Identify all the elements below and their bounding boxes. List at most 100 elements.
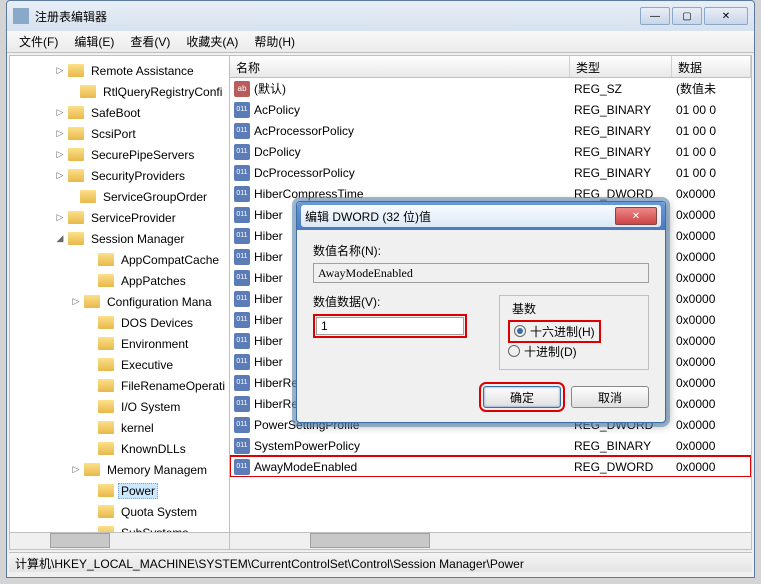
- folder-icon: [80, 85, 96, 98]
- value-name: AcPolicy: [254, 103, 300, 117]
- expander-icon[interactable]: ▷: [54, 65, 66, 77]
- dialog-titlebar[interactable]: 编辑 DWORD (32 位)值 ✕: [297, 202, 665, 230]
- tree-node[interactable]: Power: [12, 480, 229, 501]
- maximize-button[interactable]: ▢: [672, 7, 702, 25]
- list-row[interactable]: DcProcessorPolicyREG_BINARY01 00 0: [230, 162, 751, 183]
- menu-view[interactable]: 查看(V): [122, 31, 178, 52]
- tree-label[interactable]: FileRenameOperati: [118, 378, 228, 394]
- tree-label[interactable]: Environment: [118, 336, 191, 352]
- tree-label[interactable]: Remote Assistance: [88, 63, 197, 79]
- value-data-input[interactable]: [316, 317, 464, 335]
- radix-hex-label[interactable]: 十六进制(H): [530, 323, 595, 340]
- tree-label[interactable]: Configuration Mana: [104, 294, 215, 310]
- folder-icon: [68, 64, 84, 77]
- folder-icon: [80, 190, 96, 203]
- tree-node[interactable]: Executive: [12, 354, 229, 375]
- tree-label[interactable]: I/O System: [118, 399, 183, 415]
- ok-button[interactable]: 确定: [483, 386, 561, 408]
- tree-label[interactable]: SecurePipeServers: [88, 147, 197, 163]
- tree-label[interactable]: ServiceGroupOrder: [100, 189, 210, 205]
- dialog-close-button[interactable]: ✕: [615, 207, 657, 225]
- tree-node[interactable]: kernel: [12, 417, 229, 438]
- tree-label[interactable]: Session Manager: [88, 231, 187, 247]
- tree-node[interactable]: ▷ Remote Assistance: [12, 60, 229, 81]
- tree-label[interactable]: Executive: [118, 357, 176, 373]
- expander-icon[interactable]: ▷: [54, 170, 66, 182]
- tree-node[interactable]: Quota System: [12, 501, 229, 522]
- value-name: Hiber: [254, 334, 283, 348]
- col-header-data[interactable]: 数据: [672, 56, 751, 77]
- tree-label[interactable]: ServiceProvider: [88, 210, 179, 226]
- list-row[interactable]: SystemPowerPolicyREG_BINARY0x0000: [230, 435, 751, 456]
- value-name: Hiber: [254, 229, 283, 243]
- tree-label[interactable]: Memory Managem: [104, 462, 210, 478]
- tree-node[interactable]: RtlQueryRegistryConfi: [12, 81, 229, 102]
- tree-label[interactable]: kernel: [118, 420, 157, 436]
- tree-node[interactable]: DOS Devices: [12, 312, 229, 333]
- tree-node[interactable]: AppPatches: [12, 270, 229, 291]
- tree-node[interactable]: KnownDLLs: [12, 438, 229, 459]
- tree-node[interactable]: FileRenameOperati: [12, 375, 229, 396]
- tree-node[interactable]: Environment: [12, 333, 229, 354]
- list-row[interactable]: AwayModeEnabledREG_DWORD0x0000: [230, 456, 751, 477]
- titlebar[interactable]: 注册表编辑器 — ▢ ✕: [7, 1, 754, 31]
- value-data: 01 00 0: [672, 103, 751, 117]
- close-button[interactable]: ✕: [704, 7, 748, 25]
- expander-icon[interactable]: ▷: [54, 128, 66, 140]
- tree-node[interactable]: ▷ Configuration Mana: [12, 291, 229, 312]
- list-row[interactable]: AcPolicyREG_BINARY01 00 0: [230, 99, 751, 120]
- tree-pane[interactable]: ▷ Remote Assistance RtlQueryRegistryConfi ▷…: [10, 56, 230, 549]
- value-data: 0x0000: [672, 376, 751, 390]
- tree-label[interactable]: SafeBoot: [88, 105, 143, 121]
- value-name: Hiber: [254, 208, 283, 222]
- tree-node[interactable]: I/O System: [12, 396, 229, 417]
- binary-value-icon: [234, 354, 250, 370]
- expander-icon[interactable]: ▷: [54, 212, 66, 224]
- tree-label[interactable]: AppCompatCache: [118, 252, 222, 268]
- menu-favorites[interactable]: 收藏夹(A): [178, 31, 246, 52]
- tree-label[interactable]: AppPatches: [118, 273, 189, 289]
- value-name: Hiber: [254, 292, 283, 306]
- col-header-name[interactable]: 名称: [230, 56, 570, 77]
- tree-hscroll[interactable]: [10, 532, 229, 549]
- cancel-button[interactable]: 取消: [571, 386, 649, 408]
- expander-icon[interactable]: ▷: [70, 296, 82, 308]
- folder-icon: [98, 358, 114, 371]
- tree-label[interactable]: ScsiPort: [88, 126, 139, 142]
- expander-icon[interactable]: ▷: [70, 464, 82, 476]
- tree-node[interactable]: ◢ Session Manager: [12, 228, 229, 249]
- col-header-type[interactable]: 类型: [570, 56, 672, 77]
- tree-node[interactable]: ▷ SafeBoot: [12, 102, 229, 123]
- radix-dec-label[interactable]: 十进制(D): [524, 343, 577, 360]
- folder-icon: [98, 274, 114, 287]
- binary-value-icon: [234, 207, 250, 223]
- tree-label[interactable]: DOS Devices: [118, 315, 196, 331]
- list-row[interactable]: DcPolicyREG_BINARY01 00 0: [230, 141, 751, 162]
- menu-help[interactable]: 帮助(H): [246, 31, 303, 52]
- menu-file[interactable]: 文件(F): [11, 31, 66, 52]
- app-icon: [13, 8, 29, 24]
- folder-icon: [98, 484, 114, 497]
- tree-label[interactable]: RtlQueryRegistryConfi: [100, 84, 225, 100]
- tree-node[interactable]: ▷ ServiceProvider: [12, 207, 229, 228]
- list-row[interactable]: AcProcessorPolicyREG_BINARY01 00 0: [230, 120, 751, 141]
- tree-node[interactable]: ▷ Memory Managem: [12, 459, 229, 480]
- tree-node[interactable]: AppCompatCache: [12, 249, 229, 270]
- expander-icon[interactable]: ▷: [54, 107, 66, 119]
- tree-node[interactable]: ▷ ScsiPort: [12, 123, 229, 144]
- expander-icon[interactable]: ◢: [54, 233, 66, 245]
- tree-label[interactable]: Power: [118, 483, 158, 499]
- tree-label[interactable]: SecurityProviders: [88, 168, 188, 184]
- list-row[interactable]: (默认)REG_SZ(数值未: [230, 78, 751, 99]
- tree-label[interactable]: Quota System: [118, 504, 200, 520]
- tree-node[interactable]: ▷ SecurePipeServers: [12, 144, 229, 165]
- tree-node[interactable]: ServiceGroupOrder: [12, 186, 229, 207]
- tree-node[interactable]: ▷ SecurityProviders: [12, 165, 229, 186]
- minimize-button[interactable]: —: [640, 7, 670, 25]
- tree-label[interactable]: KnownDLLs: [118, 441, 189, 457]
- expander-icon[interactable]: ▷: [54, 149, 66, 161]
- list-hscroll[interactable]: [230, 532, 751, 549]
- radix-dec-radio[interactable]: [508, 345, 520, 357]
- menu-edit[interactable]: 编辑(E): [66, 31, 122, 52]
- radix-hex-radio[interactable]: [514, 325, 526, 337]
